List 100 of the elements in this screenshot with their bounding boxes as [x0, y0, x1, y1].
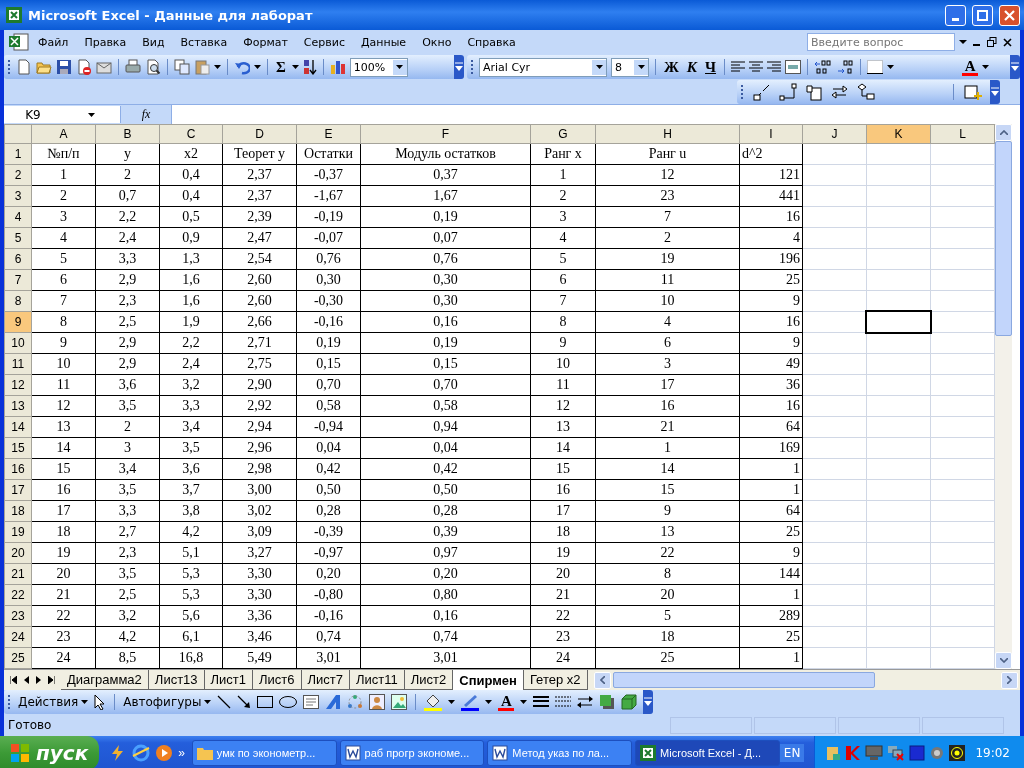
vertical-scrollbar[interactable]: [995, 124, 1012, 669]
row-header[interactable]: 1: [4, 143, 32, 165]
caret-icon[interactable]: [637, 65, 645, 69]
row-header[interactable]: 10: [4, 332, 32, 354]
new-document-icon[interactable]: [16, 59, 32, 75]
row-header[interactable]: 17: [4, 479, 32, 501]
menu-item[interactable]: Правка: [76, 33, 135, 51]
line-style-icon[interactable]: [533, 696, 550, 708]
caret-icon[interactable]: [982, 65, 990, 69]
font-color-button[interactable]: A: [498, 693, 515, 711]
autoshapes-menu[interactable]: Автофигуры: [123, 695, 212, 709]
row-header[interactable]: 23: [4, 605, 32, 627]
arrow-icon[interactable]: [237, 695, 252, 709]
row-header[interactable]: 4: [4, 206, 32, 228]
caret-icon[interactable]: [595, 65, 603, 69]
row-header[interactable]: 13: [4, 395, 32, 417]
browser-icon[interactable]: [132, 744, 151, 762]
flowchart-icon[interactable]: [857, 83, 875, 101]
clipboard-icon[interactable]: [825, 745, 842, 761]
scroll-thumb[interactable]: [995, 141, 1012, 336]
increase-decimal-icon[interactable]: [814, 60, 833, 74]
dropdown-icon[interactable]: [959, 40, 967, 44]
row-header[interactable]: 24: [4, 626, 32, 648]
network-disconnected-icon[interactable]: [887, 745, 906, 761]
sheet-tab[interactable]: Лист6: [253, 670, 302, 690]
row-header[interactable]: 16: [4, 458, 32, 480]
email-icon[interactable]: [96, 59, 112, 75]
column-header[interactable]: E: [296, 124, 361, 144]
caret-icon[interactable]: [214, 65, 221, 69]
taskbar-button[interactable]: умк по эконометр...: [191, 740, 337, 766]
sheet-tab[interactable]: Лист11: [350, 670, 405, 690]
last-sheet-icon[interactable]: [48, 676, 55, 684]
menu-item[interactable]: Окно: [414, 33, 460, 51]
scroll-down-button[interactable]: [995, 652, 1012, 669]
toolbar-options-icon[interactable]: [455, 62, 463, 72]
formula-field[interactable]: [171, 105, 1020, 124]
menu-item[interactable]: Вид: [134, 33, 173, 51]
toolbar-options-button[interactable]: [454, 55, 464, 79]
dash-style-icon[interactable]: [555, 696, 572, 708]
decrease-decimal-icon[interactable]: [836, 60, 855, 74]
start-button[interactable]: пуск: [0, 736, 100, 768]
caret-icon[interactable]: [485, 700, 493, 704]
pointer-icon[interactable]: [94, 694, 107, 710]
sheet-tab[interactable]: Лист7: [301, 670, 350, 690]
screen-icon[interactable]: [909, 745, 926, 761]
column-header[interactable]: J: [802, 124, 867, 144]
toolbar-options-icon[interactable]: [991, 87, 999, 97]
copy-icon[interactable]: [174, 59, 190, 75]
taskbar-button[interactable]: раб прогр экономе...: [339, 740, 485, 766]
layout-icon[interactable]: [753, 83, 771, 101]
zoom-dropdown[interactable]: 100%: [349, 57, 408, 77]
align-center-icon[interactable]: [749, 61, 764, 73]
diagram-icon[interactable]: [347, 694, 364, 710]
caret-icon[interactable]: [254, 65, 261, 69]
align-left-icon[interactable]: [731, 61, 746, 73]
row-header[interactable]: 8: [4, 290, 32, 312]
toolbar-options-icon[interactable]: [644, 697, 653, 707]
caret-icon[interactable]: [448, 700, 456, 704]
picture-icon[interactable]: [391, 694, 408, 710]
next-sheet-icon[interactable]: [36, 676, 41, 684]
arrow-style-icon[interactable]: [577, 695, 594, 709]
font-size-dropdown[interactable]: 8: [611, 57, 649, 77]
menu-item[interactable]: Вставка: [172, 33, 236, 51]
print-preview-icon[interactable]: [145, 59, 161, 75]
borders-icon[interactable]: [867, 60, 884, 74]
ellipse-icon[interactable]: [279, 696, 298, 708]
caret-icon[interactable]: [204, 700, 212, 704]
column-header[interactable]: K: [866, 124, 931, 144]
column-header[interactable]: A: [31, 124, 96, 144]
sheet-tab[interactable]: Гетер x2: [523, 670, 588, 690]
fill-color-icon[interactable]: [424, 693, 443, 711]
row-header[interactable]: 9: [4, 311, 32, 333]
line-icon[interactable]: [217, 695, 232, 709]
scroll-thumb[interactable]: [612, 672, 875, 688]
save-icon[interactable]: [56, 59, 72, 75]
merge-center-icon[interactable]: [785, 60, 802, 74]
caret-icon[interactable]: [396, 65, 404, 69]
previous-sheet-icon[interactable]: [24, 676, 29, 684]
align-right-icon[interactable]: [767, 61, 782, 73]
toolbar-options-button[interactable]: [1010, 55, 1020, 79]
column-header[interactable]: H: [595, 124, 740, 144]
underline-button[interactable]: Ч: [703, 58, 719, 76]
row-header[interactable]: 12: [4, 374, 32, 396]
name-box[interactable]: K9: [4, 106, 121, 123]
add-shape-icon[interactable]: [964, 83, 982, 101]
row-header[interactable]: 22: [4, 584, 32, 606]
row-header[interactable]: 6: [4, 248, 32, 270]
row-header[interactable]: 25: [4, 647, 32, 669]
horizontal-scrollbar[interactable]: [591, 670, 1020, 690]
column-header[interactable]: G: [530, 124, 596, 144]
column-header[interactable]: I: [739, 124, 803, 144]
bar-chart-icon[interactable]: [329, 59, 346, 75]
first-sheet-icon[interactable]: [10, 676, 17, 684]
sheet-tab[interactable]: Спирмен: [453, 670, 524, 690]
row-header[interactable]: 5: [4, 227, 32, 249]
swap-icon[interactable]: [831, 83, 849, 101]
print-icon[interactable]: [125, 59, 141, 75]
document-stop-icon[interactable]: [76, 59, 92, 75]
wireless-icon[interactable]: [949, 745, 966, 761]
row-header[interactable]: 14: [4, 416, 32, 438]
